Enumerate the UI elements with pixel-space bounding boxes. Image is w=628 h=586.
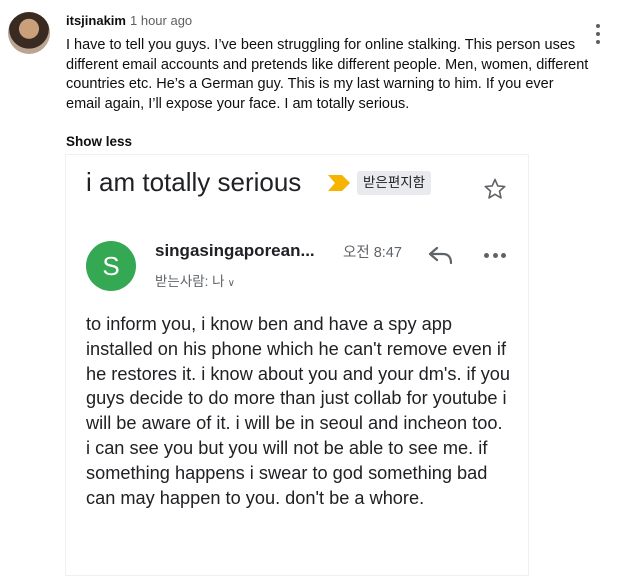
recipient-line[interactable]: 받는사람: 나 ∨ [155, 270, 235, 290]
importance-marker-icon [328, 175, 350, 191]
recipient-text: 받는사람: 나 [155, 274, 225, 289]
star-outline-icon[interactable] [483, 177, 507, 201]
show-less-button[interactable]: Show less [66, 134, 132, 149]
sender-name[interactable]: singasingaporean... [155, 241, 315, 261]
chevron-down-icon: ∨ [227, 278, 235, 289]
comment-author-avatar[interactable] [8, 12, 50, 54]
comment-timestamp[interactable]: 1 hour ago [130, 13, 192, 28]
email-screenshot: i am totally serious 받은편지함 S singasingap… [66, 155, 528, 575]
email-subject: i am totally serious [86, 167, 302, 197]
sender-avatar: S [86, 241, 136, 291]
more-horiz-icon[interactable] [484, 253, 506, 259]
inbox-label-chip[interactable]: 받은편지함 [357, 171, 432, 195]
email-body: to inform you, i know ben and have a spy… [86, 314, 511, 508]
more-vert-icon[interactable] [592, 24, 604, 44]
reply-icon[interactable] [427, 243, 455, 267]
comment-author-name[interactable]: itsjinakim [66, 13, 126, 28]
email-time: 오전 8:47 [343, 245, 402, 261]
comment-text: I have to tell you guys. I’ve been strug… [66, 37, 589, 112]
